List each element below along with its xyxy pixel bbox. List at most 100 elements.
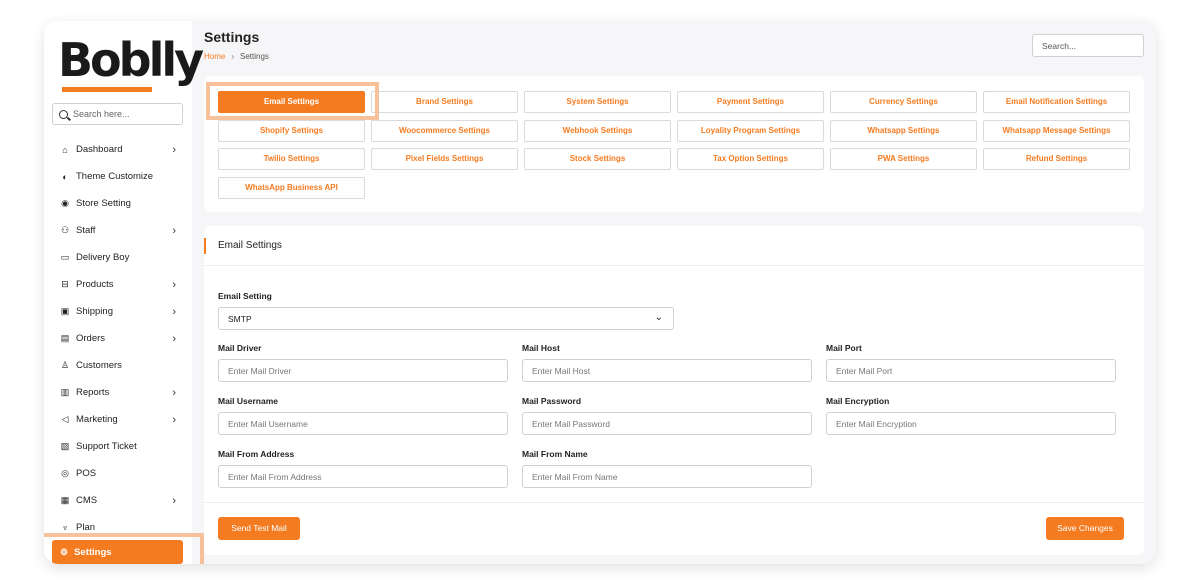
tab-twilio-settings[interactable]: Twilio Settings	[218, 148, 365, 170]
sidebar-item-delivery-boy[interactable]: ▭ Delivery Boy	[44, 244, 192, 271]
sidebar-item-label: Customers	[76, 360, 122, 371]
sidebar-item-reports[interactable]: ▥ Reports ›	[44, 379, 192, 406]
tab-whatsapp-settings[interactable]: Whatsapp Settings	[830, 119, 977, 142]
email-setting-value: SMTP	[228, 314, 252, 324]
sidebar-item-label: CMS	[76, 495, 98, 506]
customer-icon: ♙	[60, 360, 70, 370]
tab-brand-settings[interactable]: Brand Settings	[371, 91, 518, 113]
mail-encryption-input[interactable]: Enter Mail Encryption	[826, 412, 1116, 435]
mail-host-input[interactable]: Enter Mail Host	[522, 359, 812, 382]
logo: Boblly	[56, 29, 204, 95]
mail-encryption-label: Mail Encryption	[826, 396, 890, 406]
sidebar-item-support-ticket[interactable]: ▧ Support Ticket	[44, 433, 192, 460]
top-search-input[interactable]: Search...	[1032, 34, 1144, 57]
chevron-right-icon: ›	[172, 333, 176, 345]
chevron-right-icon: ›	[172, 225, 176, 237]
tab-stock-settings[interactable]: Stock Settings	[524, 148, 671, 170]
mail-driver-label: Mail Driver	[218, 343, 262, 353]
sidebar-item-dashboard[interactable]: ⌂ Dashboard ›	[44, 136, 192, 163]
truck-icon: ▭	[60, 252, 70, 262]
mail-driver-input[interactable]: Enter Mail Driver	[218, 359, 508, 382]
sidebar-search-placeholder: Search here...	[73, 109, 130, 119]
mail-from-address-input[interactable]: Enter Mail From Address	[218, 465, 508, 488]
tab-email-notification-settings[interactable]: Email Notification Settings	[983, 91, 1130, 113]
ticket-icon: ▧	[60, 441, 70, 451]
sidebar-item-products[interactable]: ⊟ Products ›	[44, 271, 192, 298]
mail-host-label: Mail Host	[522, 343, 560, 353]
pos-icon: ◎	[61, 468, 69, 478]
chevron-right-icon: ›	[172, 387, 176, 399]
tab-loyality-program-settings[interactable]: Loyality Program Settings	[677, 119, 824, 142]
tab-webhook-settings[interactable]: Webhook Settings	[524, 119, 671, 142]
mail-from-name-input[interactable]: Enter Mail From Name	[522, 465, 812, 488]
mail-port-label: Mail Port	[826, 343, 862, 353]
chevron-right-icon: ›	[172, 414, 176, 426]
chevron-right-icon: ›	[172, 279, 176, 291]
sidebar-item-theme-customize[interactable]: ◐ Theme Customize	[44, 163, 192, 190]
sidebar: Boblly Search here... ⌂ Dashboard › ◐ Theme …	[44, 21, 204, 564]
trophy-icon: ♆	[61, 522, 69, 533]
sidebar-item-staff[interactable]: ⚇ Staff ›	[44, 217, 192, 244]
sidebar-item-label: Support Ticket	[76, 441, 137, 452]
chevron-right-icon: ›	[172, 306, 176, 318]
sidebar-item-label: Shipping	[76, 306, 113, 317]
mail-from-address-label: Mail From Address	[218, 449, 295, 459]
cms-icon: ▦	[60, 495, 70, 505]
send-test-mail-button[interactable]: Send Test Mail	[218, 517, 300, 540]
users-icon: ⚇	[60, 225, 70, 235]
card-header: Email Settings	[204, 226, 1144, 266]
tab-shopify-settings[interactable]: Shopify Settings	[218, 119, 365, 142]
tab-pixel-fields-settings[interactable]: Pixel Fields Settings	[371, 148, 518, 170]
tab-tax-option-settings[interactable]: Tax Option Settings	[677, 148, 824, 170]
sidebar-item-label: Plan	[76, 522, 96, 533]
sidebar-item-label: Reports	[76, 387, 110, 398]
home-icon: ⌂	[62, 144, 68, 155]
sidebar-item-customers[interactable]: ♙ Customers	[44, 352, 192, 379]
sidebar-item-label: Store Setting	[76, 198, 131, 209]
tab-whatsapp-message-settings[interactable]: Whatsapp Message Settings	[983, 119, 1130, 142]
sidebar-item-label: Staff	[76, 225, 96, 236]
tab-whatsapp-business-api[interactable]: WhatsApp Business API	[218, 176, 365, 199]
sidebar-item-store-setting[interactable]: ◉ Store Setting	[44, 190, 192, 217]
sidebar-item-label: Orders	[76, 333, 106, 344]
sidebar-item-label: POS	[76, 468, 97, 479]
shipping-icon: ▣	[60, 306, 70, 316]
sidebar-item-pos[interactable]: ◎ POS	[44, 460, 192, 487]
breadcrumb: Home › Settings	[204, 52, 269, 61]
mail-username-input[interactable]: Enter Mail Username	[218, 412, 508, 435]
brush-icon: ◐	[62, 171, 68, 182]
sidebar-item-orders[interactable]: ▤ Orders ›	[44, 325, 192, 352]
sidebar-item-marketing[interactable]: ◁ Marketing ›	[44, 406, 192, 433]
mail-port-input[interactable]: Enter Mail Port	[826, 359, 1116, 382]
mail-password-label: Mail Password	[522, 396, 582, 406]
sidebar-item-label: Products	[76, 279, 114, 290]
highlight-settings-item	[44, 533, 204, 564]
mail-password-input[interactable]: Enter Mail Password	[522, 412, 812, 435]
logo-underline	[62, 87, 152, 92]
highlight-email-tab	[206, 82, 379, 120]
store-icon: ◉	[61, 198, 69, 208]
tab-system-settings[interactable]: System Settings	[524, 91, 671, 113]
sidebar-search-input[interactable]: Search here...	[52, 103, 183, 125]
breadcrumb-separator-icon: ›	[231, 52, 235, 61]
card-title: Email Settings	[218, 240, 282, 251]
card-divider	[204, 502, 1144, 503]
sidebar-item-label: Delivery Boy	[76, 252, 130, 263]
tab-refund-settings[interactable]: Refund Settings	[983, 148, 1130, 170]
tab-woocommerce-settings[interactable]: Woocommerce Settings	[371, 119, 518, 142]
mail-username-label: Mail Username	[218, 396, 278, 406]
chart-icon: ▥	[60, 387, 70, 397]
mail-from-name-label: Mail From Name	[522, 449, 588, 459]
email-settings-card: Email Settings Email Setting SMTP ⌄ Mail…	[204, 226, 1144, 555]
sidebar-item-cms[interactable]: ▦ CMS ›	[44, 487, 192, 514]
sidebar-menu: ⌂ Dashboard › ◐ Theme Customize ◉ Store Settin…	[44, 136, 192, 541]
email-setting-select[interactable]: SMTP ⌄	[218, 307, 674, 330]
tab-currency-settings[interactable]: Currency Settings	[830, 91, 977, 113]
tab-payment-settings[interactable]: Payment Settings	[677, 91, 824, 113]
logo-text: Boblly	[58, 33, 204, 87]
sidebar-item-label: Marketing	[76, 414, 118, 425]
save-changes-button[interactable]: Save Changes	[1046, 517, 1124, 540]
tab-pwa-settings[interactable]: PWA Settings	[830, 148, 977, 170]
breadcrumb-home-link[interactable]: Home	[204, 52, 225, 61]
sidebar-item-shipping[interactable]: ▣ Shipping ›	[44, 298, 192, 325]
